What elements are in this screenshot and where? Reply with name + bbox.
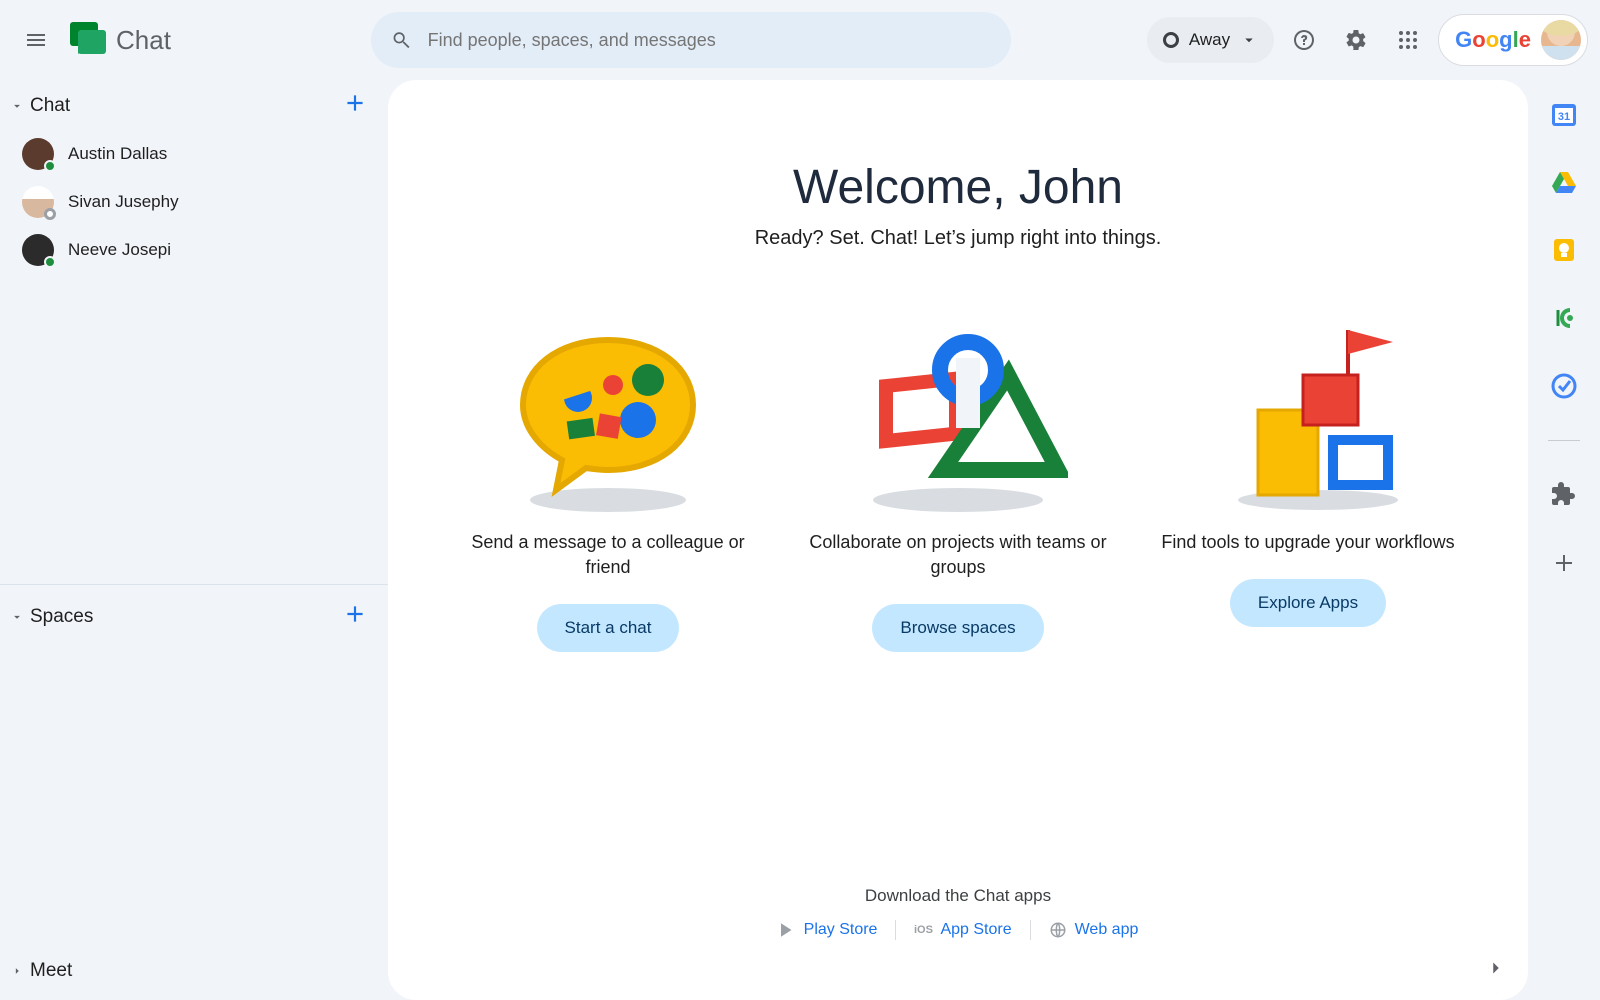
web-app-link[interactable]: Web app <box>1049 921 1139 939</box>
hamburger-menu-icon[interactable] <box>12 16 60 64</box>
divider <box>1030 920 1031 940</box>
download-section: Download the Chat apps Play Store iOS Ap… <box>388 886 1528 940</box>
new-chat-icon[interactable] <box>342 90 368 122</box>
search-icon <box>391 29 412 51</box>
keep-app-icon[interactable] <box>1550 236 1578 264</box>
app-brand[interactable]: Chat <box>68 20 171 60</box>
contact-item[interactable]: Austin Dallas <box>0 130 388 178</box>
avatar-icon <box>22 138 54 170</box>
avatar-icon <box>22 234 54 266</box>
layout: Chat Austin Dallas Sivan Jusephy Neeve J… <box>0 80 1600 1000</box>
tasks-app-icon[interactable] <box>1550 372 1578 400</box>
top-bar: Chat Away Google <box>0 0 1600 80</box>
calendar-app-icon[interactable]: 31 <box>1550 100 1578 128</box>
search-bar[interactable] <box>371 12 1011 68</box>
download-title: Download the Chat apps <box>865 886 1051 906</box>
status-away-icon <box>1163 32 1179 48</box>
presence-online-icon <box>44 256 56 268</box>
store-label: Play Store <box>804 921 878 939</box>
add-app-icon[interactable] <box>1550 549 1578 577</box>
sidebar-section-spaces[interactable]: Spaces <box>0 584 388 641</box>
play-store-link[interactable]: Play Store <box>778 921 878 939</box>
card-desc: Find tools to upgrade your workflows <box>1161 530 1454 555</box>
app-store-icon: iOS <box>914 921 932 939</box>
new-space-icon[interactable] <box>342 601 368 633</box>
presence-online-icon <box>44 160 56 172</box>
browse-spaces-button[interactable]: Browse spaces <box>872 604 1043 652</box>
play-store-icon <box>778 921 796 939</box>
card-desc: Send a message to a colleague or friend <box>458 530 758 580</box>
apps-grid-icon[interactable] <box>1386 18 1430 62</box>
caret-down-icon <box>10 610 24 624</box>
help-icon[interactable] <box>1282 18 1326 62</box>
app-title: Chat <box>116 25 171 56</box>
card-explore-apps: Find tools to upgrade your workflows Exp… <box>1158 320 1458 652</box>
store-label: App Store <box>940 921 1011 939</box>
illustration-chat-icon <box>498 320 718 520</box>
side-rail: 31 <box>1528 80 1600 1000</box>
svg-text:31: 31 <box>1558 111 1570 123</box>
caret-down-icon <box>10 99 24 113</box>
sidebar-section-chat[interactable]: Chat <box>0 80 388 130</box>
start-chat-button[interactable]: Start a chat <box>537 604 680 652</box>
divider <box>895 920 896 940</box>
sidebar: Chat Austin Dallas Sivan Jusephy Neeve J… <box>0 80 388 1000</box>
caret-right-icon <box>10 964 24 978</box>
welcome-panel: Welcome, John Ready? Set. Chat! Let’s ju… <box>388 80 1528 1000</box>
app-store-link[interactable]: iOS App Store <box>914 921 1011 939</box>
search-input[interactable] <box>428 30 991 51</box>
illustration-apps-icon <box>1198 320 1418 520</box>
drive-app-icon[interactable] <box>1550 168 1578 196</box>
status-selector[interactable]: Away <box>1147 17 1274 63</box>
store-label: Web app <box>1075 921 1139 939</box>
extensions-icon[interactable] <box>1550 481 1578 509</box>
chevron-down-icon <box>1240 31 1258 49</box>
contact-item[interactable]: Neeve Josepi <box>0 226 388 274</box>
sidebar-spaces-label: Spaces <box>30 606 93 628</box>
welcome-subtitle: Ready? Set. Chat! Let’s jump right into … <box>755 227 1162 250</box>
download-links: Play Store iOS App Store Web app <box>778 920 1139 940</box>
avatar-icon <box>22 186 54 218</box>
google-logo: Google <box>1455 27 1531 53</box>
illustration-spaces-icon <box>848 320 1068 520</box>
account-switcher[interactable]: Google <box>1438 14 1588 66</box>
explore-apps-button[interactable]: Explore Apps <box>1230 579 1386 627</box>
chat-logo-icon <box>68 20 108 60</box>
account-avatar-icon[interactable] <box>1541 20 1581 60</box>
sidebar-meet-label: Meet <box>30 960 72 982</box>
web-app-icon <box>1049 921 1067 939</box>
card-start-chat: Send a message to a colleague or friend … <box>458 320 758 652</box>
card-browse-spaces: Collaborate on projects with teams or gr… <box>808 320 1108 652</box>
card-desc: Collaborate on projects with teams or gr… <box>808 530 1108 580</box>
top-right-controls: Away Google <box>1147 14 1588 66</box>
welcome-title: Welcome, John <box>793 160 1123 215</box>
sidebar-section-meet[interactable]: Meet <box>0 949 388 1000</box>
presence-offline-icon <box>44 208 56 220</box>
sidebar-chat-label: Chat <box>30 95 70 117</box>
contact-name: Neeve Josepi <box>68 240 171 260</box>
contacts-app-icon[interactable] <box>1550 304 1578 332</box>
welcome-cards: Send a message to a colleague or friend … <box>458 320 1458 652</box>
settings-gear-icon[interactable] <box>1334 18 1378 62</box>
expand-panel-icon[interactable] <box>1478 950 1514 986</box>
rail-divider <box>1548 440 1580 441</box>
contact-item[interactable]: Sivan Jusephy <box>0 178 388 226</box>
contact-name: Austin Dallas <box>68 144 167 164</box>
contact-name: Sivan Jusephy <box>68 192 179 212</box>
status-label: Away <box>1189 30 1230 50</box>
